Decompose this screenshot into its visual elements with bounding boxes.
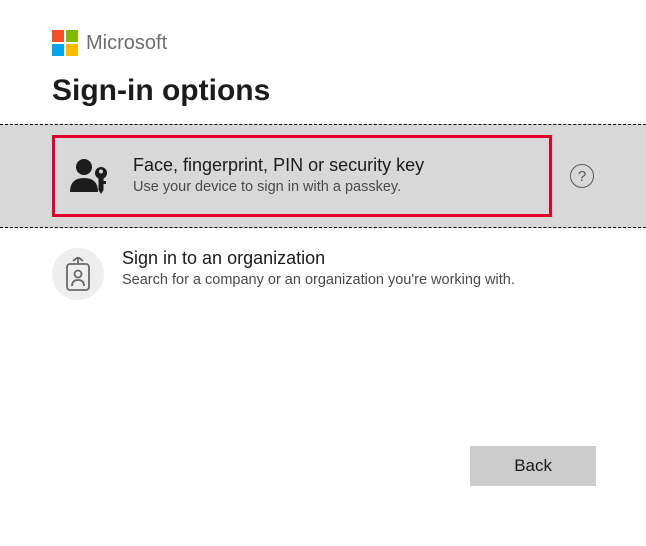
highlight-box: Face, fingerprint, PIN or security key U… xyxy=(52,135,552,217)
option-organization-description: Search for a company or an organization … xyxy=(122,271,515,291)
option-passkey-title: Face, fingerprint, PIN or security key xyxy=(133,155,424,176)
option-organization-title: Sign in to an organization xyxy=(122,248,515,269)
brand-name: Microsoft xyxy=(86,32,167,55)
help-icon[interactable]: ? xyxy=(570,164,594,188)
option-passkey-description: Use your device to sign in with a passke… xyxy=(133,178,424,198)
option-organization[interactable]: Sign in to an organization Search for a … xyxy=(0,228,646,320)
organization-icon xyxy=(52,248,104,300)
passkey-icon xyxy=(67,152,115,200)
option-passkey[interactable]: Face, fingerprint, PIN or security key U… xyxy=(0,124,646,228)
microsoft-brand: Microsoft xyxy=(52,30,594,56)
back-button[interactable]: Back xyxy=(470,446,596,486)
page-title: Sign-in options xyxy=(52,74,594,108)
microsoft-logo-icon xyxy=(52,30,78,56)
